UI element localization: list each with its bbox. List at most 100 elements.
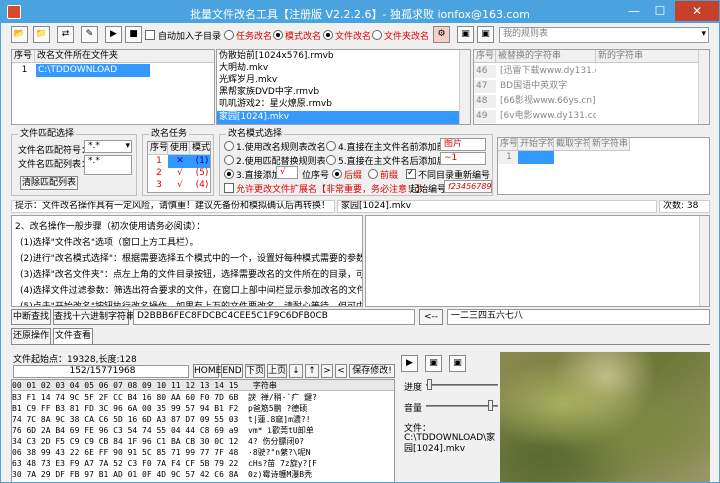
- pattern-3-radio[interactable]: [224, 169, 234, 179]
- auto-add-subdir-checkbox[interactable]: [145, 30, 155, 40]
- task-col-use: 使用: [168, 142, 190, 155]
- file-list-scrollbar[interactable]: [459, 50, 470, 124]
- table-row-index: 48: [474, 95, 496, 108]
- scroll-right-button[interactable]: >: [321, 364, 333, 378]
- page-position: 152/15771968: [13, 365, 189, 378]
- replace-table[interactable]: 序号 被替换的字符串 新的字符串 46 [迅雷下载www.dy131.com] …: [473, 49, 710, 125]
- renumber-checkbox[interactable]: [406, 168, 416, 179]
- task-table[interactable]: 序号 使用 模式 1 ✕ (1) 2 √ (5) 3 √ (4): [147, 141, 211, 193]
- match-list-input[interactable]: *.*: [84, 155, 132, 175]
- allow-ext-checkbox[interactable]: [224, 183, 234, 193]
- table-row[interactable]: [迅雷下载www.dy131.com]: [498, 65, 596, 78]
- step-line: (1)选择"文件改名"选项（窗口上方工具栏）。: [20, 238, 199, 248]
- table-row[interactable]: [6v电影www.dy131.com]: [498, 110, 596, 123]
- volume-slider-thumb[interactable]: [487, 400, 493, 411]
- minimize-button[interactable]: —: [621, 1, 647, 21]
- pattern-1-radio[interactable]: [224, 141, 234, 151]
- list-item[interactable]: 叽叽游戏2：星火燎原.rmvb: [217, 98, 457, 111]
- rule-load-icon[interactable]: ▣: [477, 26, 494, 43]
- mode-pattern-radio[interactable]: [273, 30, 283, 40]
- table-row[interactable]: BD国语中英双字: [498, 80, 596, 93]
- tab-restore[interactable]: 还原操作: [11, 328, 51, 344]
- play-icon[interactable]: ▶: [401, 355, 418, 372]
- pos-col-start: 开始字符: [518, 138, 554, 151]
- replace-col-index: 序号: [474, 50, 496, 63]
- folder-col-index: 序号: [12, 50, 35, 63]
- rule-edit-icon[interactable]: ⚙: [433, 26, 450, 43]
- task-group: 改名任务 序号 使用 模式 1 ✕ (1) 2 √ (5) 3 √ (4): [142, 129, 214, 196]
- rule-table-select[interactable]: 我的规则表 ▾: [499, 27, 709, 43]
- pos-row-start-cell[interactable]: [518, 151, 554, 164]
- scroll-down-button[interactable]: ↓: [289, 364, 303, 378]
- convert-arrow-button[interactable]: <--: [419, 309, 443, 325]
- list-item-selected[interactable]: 家园[1024].mkv: [217, 111, 459, 124]
- table-row[interactable]: B3 F1 14 74 9C 5F 2F CC B4 16 80 AA 60 F…: [12, 392, 317, 403]
- start-rename-icon[interactable]: ▶: [105, 26, 122, 43]
- prefix-input[interactable]: 图片: [440, 138, 486, 151]
- scroll-up-button[interactable]: ↑: [305, 364, 319, 378]
- pause-icon[interactable]: ▣: [425, 355, 442, 372]
- table-row[interactable]: 63 48 73 E3 F9 A7 7A 52 C3 F0 7A F4 CF 5…: [12, 458, 317, 469]
- auto-add-subdir-label: 自动加入子目录: [158, 32, 222, 42]
- end-button[interactable]: END: [221, 364, 243, 378]
- tab-file-view[interactable]: 文件查看: [53, 328, 93, 344]
- pattern-4-radio[interactable]: [326, 141, 336, 151]
- position-after-radio[interactable]: [332, 169, 342, 179]
- log-scrollbar[interactable]: [699, 216, 709, 306]
- folder-open-icon[interactable]: 📂: [11, 26, 28, 43]
- table-row[interactable]: 74 7C 8A 9C 38 CA C6 5D 16 6D A3 87 D7 0…: [12, 414, 311, 425]
- next-page-button[interactable]: 下页: [245, 364, 265, 378]
- clear-match-button[interactable]: 清除匹配列表: [20, 176, 78, 190]
- match-symbol-select[interactable]: *.* ▾: [84, 140, 132, 153]
- mode-task-label: 任务改名: [236, 32, 273, 42]
- table-row[interactable]: [66影视www.66ys.cn]: [498, 95, 596, 108]
- clear-icon[interactable]: ✎: [81, 26, 98, 43]
- prev-page-button[interactable]: 上页: [267, 364, 287, 378]
- save-changes-button[interactable]: 保存修改!: [349, 364, 395, 378]
- pattern-5-radio[interactable]: [326, 155, 336, 165]
- folder-add-icon[interactable]: ⇄: [57, 26, 74, 43]
- folder-list[interactable]: 序号 改名文件所在文件夹 1 C:\TDDOWNLOAD: [11, 49, 215, 125]
- stop-icon[interactable]: ▣: [449, 355, 466, 372]
- scroll-left-button[interactable]: <: [335, 364, 347, 378]
- progress-slider[interactable]: [426, 384, 498, 386]
- folder-remove-icon[interactable]: 📁: [33, 26, 50, 43]
- table-row[interactable]: 34 C3 2D F5 C9 C9 CB 84 1F 96 C1 BA CB 3…: [12, 436, 304, 447]
- table-row[interactable]: 06 38 99 43 22 6E FF 90 91 5C 85 71 99 7…: [12, 447, 311, 458]
- start-number-input[interactable]: f234567890: [444, 180, 492, 193]
- home-button[interactable]: HOME: [193, 364, 221, 378]
- hex-string-input[interactable]: D2BBB6FEC8FDCBC4CEE5C1F9C6DFB0CB: [133, 309, 415, 325]
- task-row-mode[interactable]: (4): [190, 179, 210, 192]
- maximize-button[interactable]: ☐: [647, 1, 673, 21]
- pattern-2-radio[interactable]: [224, 155, 234, 165]
- allow-ext-label: 允许更改文件扩展名【非常重要，务必注意！】: [236, 185, 426, 195]
- close-button[interactable]: ✕: [675, 1, 719, 21]
- current-file-text: 家园[1024].mkv: [337, 200, 657, 213]
- hex-viewer[interactable]: 00 01 02 03 04 05 06 07 08 09 10 11 12 1…: [11, 379, 395, 482]
- table-row[interactable]: 76 6D 2A B4 69 FE 96 C3 54 74 55 04 44 C…: [12, 425, 314, 436]
- chars-input[interactable]: 一二三四五六七八: [447, 309, 710, 325]
- stop-search-button[interactable]: 中断查找: [11, 309, 51, 325]
- position-before-radio[interactable]: [368, 169, 378, 179]
- progress-slider-thumb[interactable]: [427, 379, 433, 390]
- mode-folder-label: 文件夹改名: [384, 32, 430, 42]
- mode-task-radio[interactable]: [224, 30, 234, 40]
- mode-folder-radio[interactable]: [372, 30, 382, 40]
- task-row-use[interactable]: √: [168, 179, 190, 192]
- table-row[interactable]: 30 7A 29 DF FB 97 B1 AD 01 0F 4D 9C 57 4…: [12, 469, 312, 480]
- suffix-input[interactable]: ~1: [440, 152, 486, 165]
- mode-file-radio[interactable]: [323, 30, 333, 40]
- replace-table-scrollbar[interactable]: [698, 50, 709, 124]
- rule-save-icon[interactable]: ▣: [457, 26, 474, 43]
- match-group: 文件匹配选择 文件名匹配符号： *.* ▾ 文件名匹配列表： *.* 清除匹配列…: [11, 129, 137, 196]
- file-list[interactable]: 伪散始前[1024x576].rmvb 大明劫.mkv 光辉岁月.mkv 黑帮家…: [216, 49, 471, 125]
- folder-row-path[interactable]: C:\TDDOWNLOAD: [36, 64, 150, 77]
- position-table[interactable]: 序号 开始字符 截取字符 新字符串 1: [497, 137, 710, 195]
- chevron-down-icon: ▾: [701, 29, 706, 39]
- stop-icon[interactable]: ■: [125, 26, 142, 43]
- find-hex-button[interactable]: 查找十六进制字符串: [53, 309, 135, 325]
- video-preview[interactable]: [500, 352, 710, 482]
- replace-col-old: 被替换的字符串: [496, 50, 596, 63]
- table-row[interactable]: B1 C9 FF B3 81 FD 3C 96 6A 00 35 99 57 9…: [12, 403, 307, 414]
- add-position-input[interactable]: √: [276, 166, 298, 179]
